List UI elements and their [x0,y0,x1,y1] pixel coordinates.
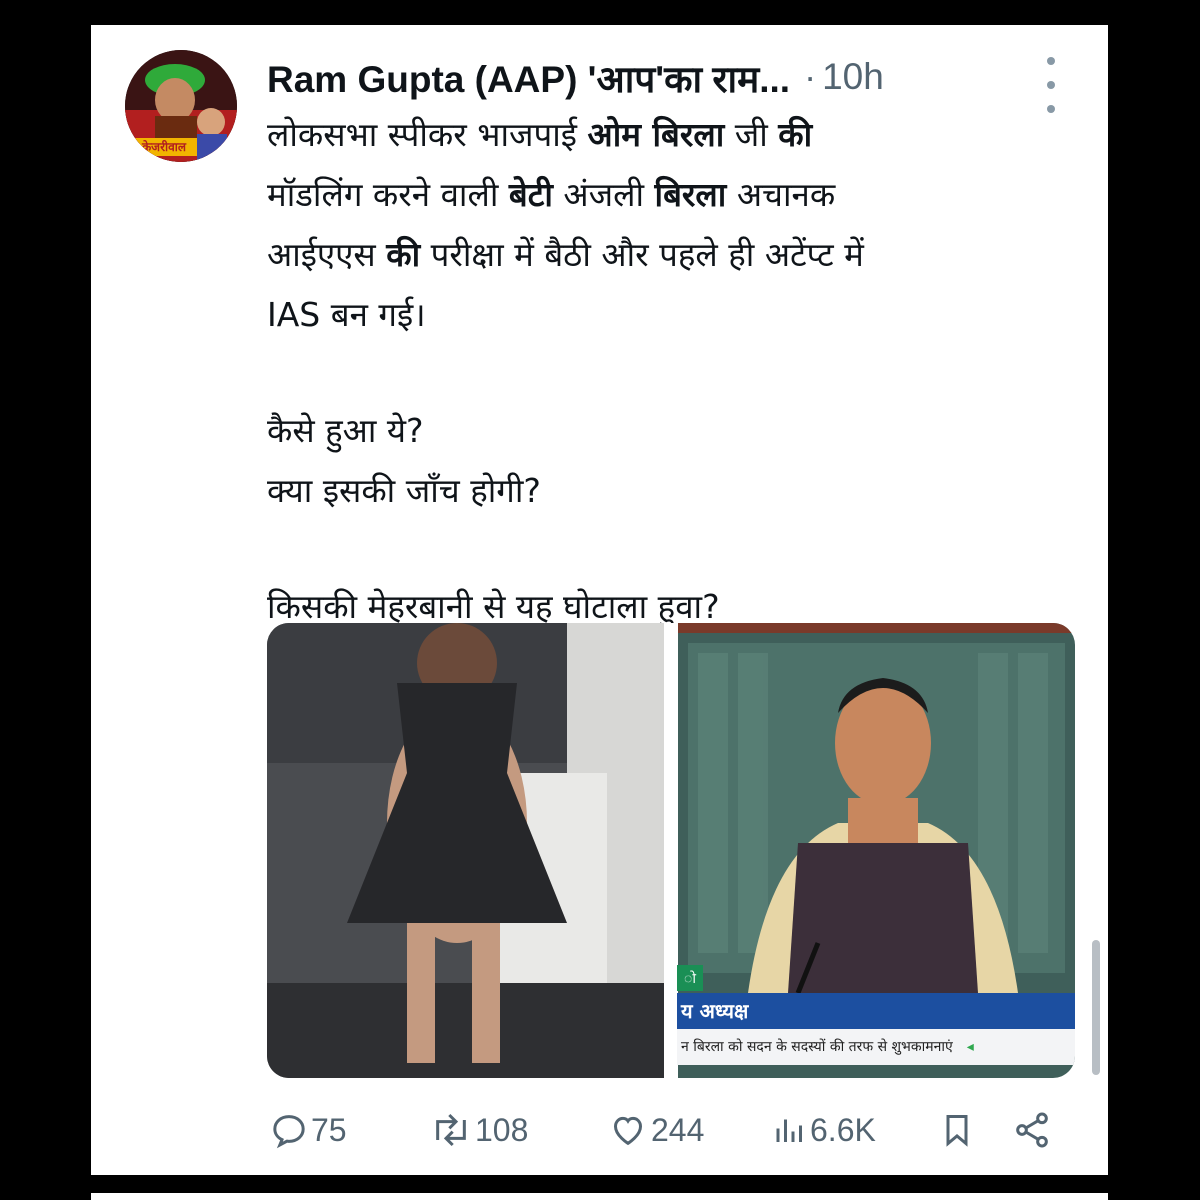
tweet-media[interactable]: ो य अध्यक्ष न बिरला को सदन के सदस्यों की… [267,623,1075,1078]
next-tweet-edge [91,1193,1108,1200]
tweet-line-4: IAS बन गई। [267,295,426,334]
reply-button[interactable]: 75 [269,1105,347,1155]
tweet-card: केजरीवाल Ram Gupta (AAP) 'आप'का राम... ·… [91,25,1108,1175]
like-count: 244 [651,1111,705,1148]
tv-caption-ticker: न बिरला को सदन के सदस्यों की तरफ से शुभक… [677,1029,1075,1065]
avatar-image: केजरीवाल [125,50,237,162]
tweet-line-3: आईएएस की परीक्षा में बैठी और पहले ही अटे… [267,235,864,274]
view-count: 6.6K [810,1111,876,1148]
views-icon [772,1110,808,1150]
tweet-actions: 75 108 244 6.6K [267,1105,1067,1155]
avatar-banner-text: केजरीवाल [141,140,187,154]
separator-dot: · [804,56,817,97]
tv-caption-title: य अध्यक्ष [677,993,1075,1029]
tweet-line-2: मॉडलिंग करने वाली बेटी अंजली बिरला अचानक [267,175,836,214]
retweet-icon [429,1110,473,1150]
tweet-time[interactable]: 10h [822,56,884,98]
more-vertical-icon[interactable] [1036,55,1066,115]
tweet-header: Ram Gupta (AAP) 'आप'का राम... · 10h [267,47,1027,107]
share-button[interactable] [1012,1105,1052,1155]
reply-count: 75 [311,1111,347,1148]
views-button[interactable]: 6.6K [772,1105,876,1155]
retweet-count: 108 [475,1111,529,1148]
channel-tag: ो [677,965,703,991]
author-name[interactable]: Ram Gupta (AAP) 'आप'का राम... [267,52,790,103]
share-icon [1012,1110,1052,1150]
retweet-button[interactable]: 108 [429,1105,528,1155]
tweet-line-1: लोकसभा स्पीकर भाजपाई ओम बिरला जी की [267,115,813,154]
author-avatar[interactable]: केजरीवाल [125,50,237,162]
bookmark-button[interactable] [939,1105,975,1155]
reply-icon [269,1110,309,1150]
tweet-text: लोकसभा स्पीकर भाजपाई ओम बिरला जी की मॉडल… [267,105,1027,637]
tweet-line-6: क्या इसकी जाँच होगी? [267,471,541,510]
media-photo-left[interactable] [267,623,664,1078]
bookmark-icon [939,1110,975,1150]
like-button[interactable]: 244 [607,1105,704,1155]
heart-icon [607,1110,649,1150]
scrollbar[interactable] [1092,940,1100,1075]
tweet-line-5: कैसे हुआ ये? [267,411,424,450]
